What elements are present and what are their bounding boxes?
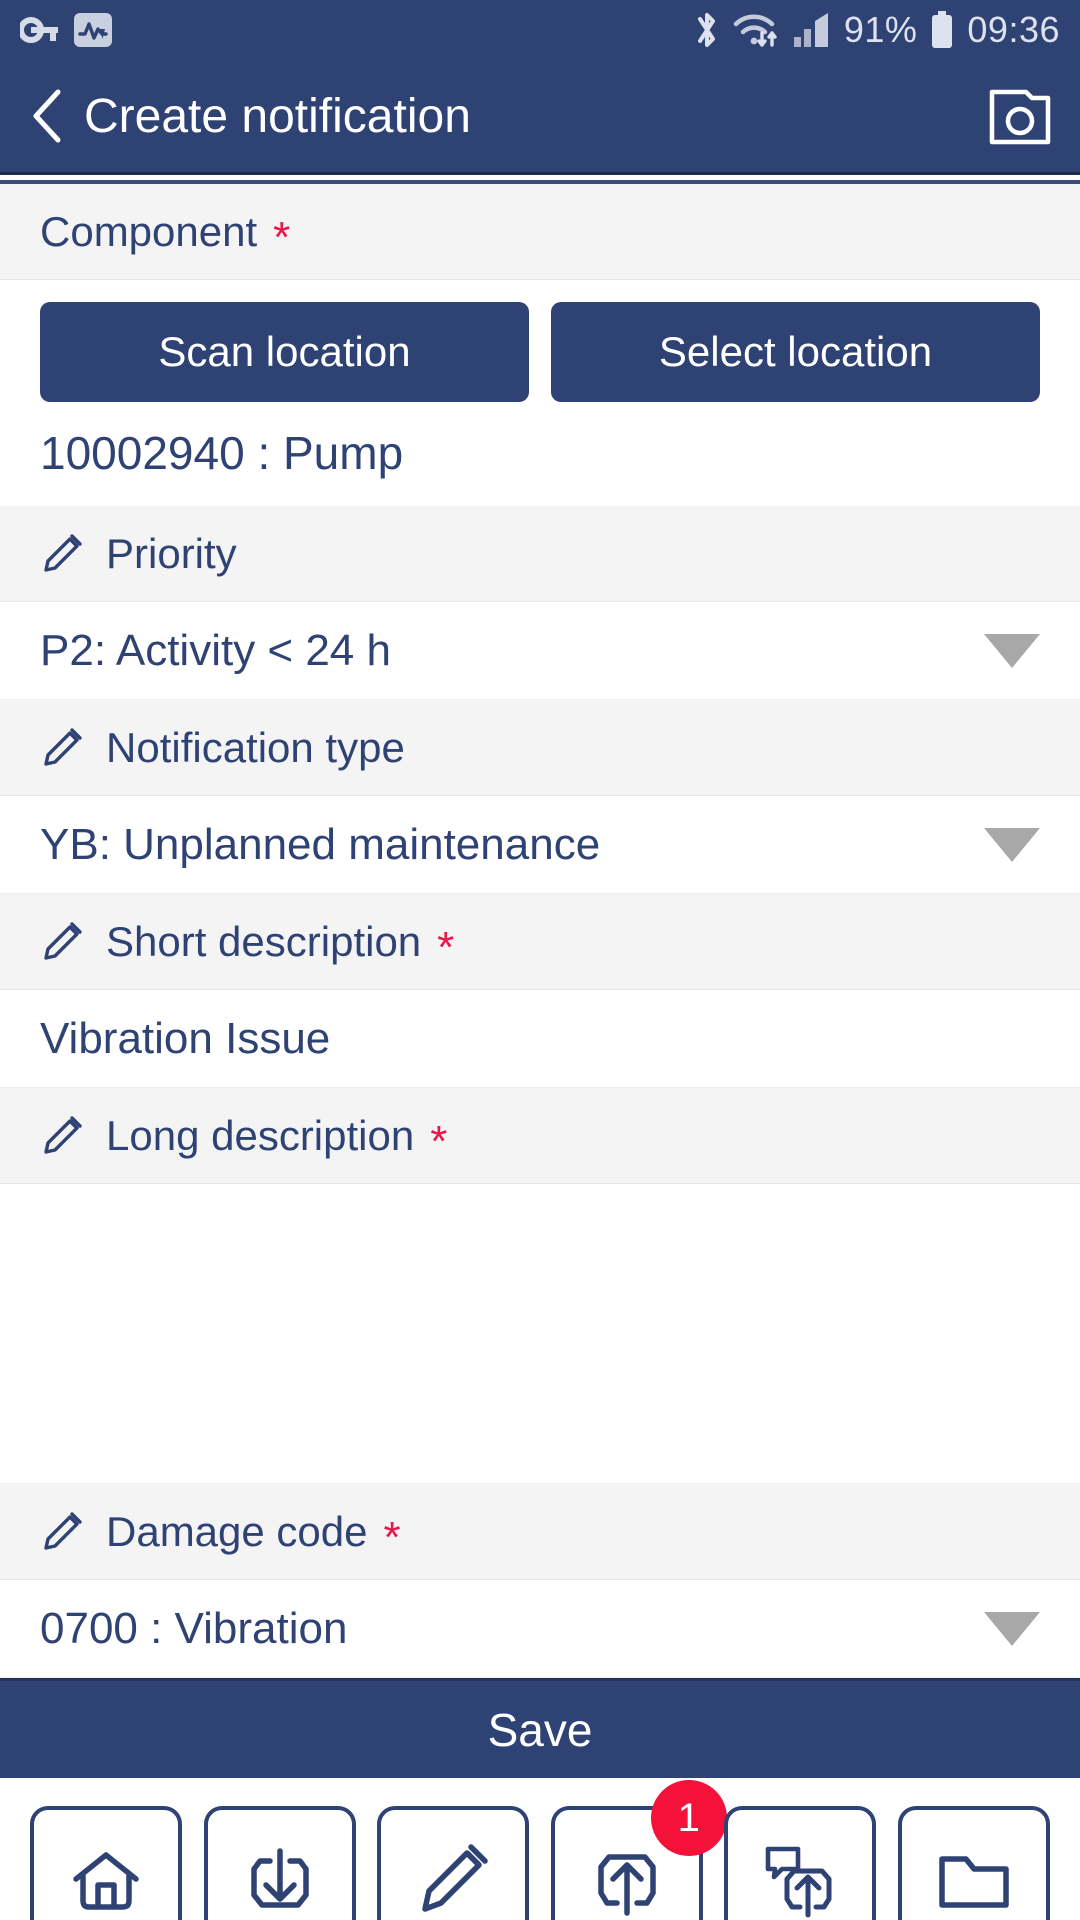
status-bar: 91% 09:36 [0,0,1080,60]
pencil-icon [40,726,84,770]
field-label-short-description: Short description * [0,894,1080,990]
select-location-button[interactable]: Select location [551,302,1040,402]
scan-location-button[interactable]: Scan location [40,302,529,402]
pencil-icon [413,1841,493,1920]
toolbar-button-upload-outbox[interactable]: 1 [550,1780,727,1920]
back-chevron-icon[interactable] [28,88,68,144]
component-actions: Scan location Select location [0,280,1080,420]
app-screen: 91% 09:36 Create notification Component … [0,0,1080,1920]
required-asterisk: * [437,922,455,972]
app-bar: Create notification [0,60,1080,175]
pencil-icon [40,532,84,576]
save-button[interactable]: Save [0,1678,1080,1778]
toolbar-button-home[interactable] [30,1806,182,1920]
battery-percent-label: 91% [843,9,918,50]
field-label-text: Priority [106,529,237,577]
status-bar-right: 91% 09:36 [694,9,1060,51]
pencil-icon [40,1510,84,1554]
component-value[interactable]: 10002940 : Pump [0,420,1080,506]
field-label-long-description: Long description * [0,1088,1080,1184]
chevron-down-icon[interactable] [984,1611,1040,1646]
component-label: Component [40,207,258,255]
field-value-text: 0700 : Vibration [40,1603,348,1653]
battery-icon [929,10,955,50]
bluetooth-icon [694,9,720,51]
folder-icon [934,1841,1014,1920]
field-label-component: Component * [0,184,1080,280]
chevron-down-icon[interactable] [984,827,1040,862]
field-value-text: Vibration Issue [40,1013,331,1063]
required-asterisk: * [430,1116,448,1166]
field-value-notification-type[interactable]: YB: Unplanned maintenance [0,796,1080,894]
upload-outbox-icon [587,1841,667,1920]
field-value-text: YB: Unplanned maintenance [40,819,601,869]
field-value-long-description[interactable] [0,1184,1080,1484]
field-value-text: P2: Activity < 24 h [40,625,391,675]
required-asterisk: * [383,1512,401,1562]
activity-pulse-icon [74,13,112,47]
toolbar-button-comment-upload[interactable] [724,1806,877,1920]
status-bar-left [20,13,112,47]
required-asterisk: * [273,212,291,262]
field-label-priority: Priority [0,506,1080,602]
pencil-icon [40,920,84,964]
toolbar-button-download-inbox[interactable] [203,1806,356,1920]
notification-form: Component * Scan location Select locatio… [0,184,1080,1678]
field-label-text: Damage code [106,1507,368,1555]
key-icon [20,13,60,47]
download-inbox-icon [240,1841,320,1920]
page-title: Create notification [84,89,471,143]
bottom-toolbar: 1 [0,1778,1080,1920]
cellular-signal-icon [792,11,832,49]
toolbar-button-folder[interactable] [897,1806,1050,1920]
chevron-down-icon[interactable] [984,633,1040,668]
wifi-icon [732,11,780,49]
field-value-priority[interactable]: P2: Activity < 24 h [0,602,1080,700]
field-value-short-description[interactable]: Vibration Issue [0,990,1080,1088]
pencil-icon [40,1114,84,1158]
field-label-text: Notification type [106,723,405,771]
field-label-text: Long description [106,1111,415,1159]
field-label-text: Short description [106,917,422,965]
save-button-label: Save [487,1703,593,1756]
field-label-notification-type: Notification type [0,700,1080,796]
field-value-damage-code[interactable]: 0700 : Vibration [0,1580,1080,1678]
home-icon [66,1841,146,1920]
toolbar-button-pencil[interactable] [377,1806,530,1920]
field-label-damage-code: Damage code * [0,1484,1080,1580]
comment-upload-icon [760,1841,840,1920]
notification-badge: 1 [650,1780,727,1856]
camera-icon[interactable] [988,88,1052,145]
clock-label: 09:36 [967,9,1060,50]
field-list: Priority P2: Activity < 24 h Notification … [0,506,1080,1678]
